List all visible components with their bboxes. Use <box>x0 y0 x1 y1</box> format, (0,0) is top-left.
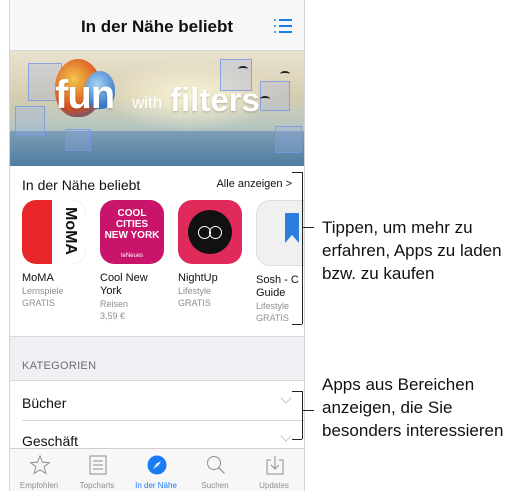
app-category: Lifestyle <box>178 286 212 296</box>
callout-bracket <box>292 439 302 440</box>
tab-in-der-naehe[interactable]: In der Nähe <box>127 449 185 491</box>
callout-text-categories: Apps aus Bereichen anzeigen, die Sie bes… <box>322 375 504 440</box>
app-tile-sosh[interactable]: Sosh - C Guide Lifestyle GRATIS <box>256 200 304 324</box>
section-title: In der Nähe beliebt <box>22 177 141 193</box>
app-tile-nightup[interactable]: NightUp Lifestyle GRATIS <box>178 200 244 309</box>
cool-cities-app-icon: COOL CITIES NEW YORK teNeues <box>100 200 164 264</box>
banner-headline-fun: fun <box>55 73 115 117</box>
banner-headline-filters: filters <box>170 81 260 118</box>
categories-header: KATEGORIEN <box>22 360 97 372</box>
star-icon <box>30 455 50 475</box>
tab-updates[interactable]: Updates <box>245 449 303 491</box>
app-category: Reisen <box>100 299 129 309</box>
tab-label: In der Nähe <box>135 481 177 490</box>
app-price: 3,59 € <box>100 311 126 321</box>
app-price: GRATIS <box>22 298 55 308</box>
see-all-link[interactable]: Alle anzeigen > <box>216 178 292 190</box>
app-name: NightUp <box>178 272 218 284</box>
app-category: Lifestyle <box>256 301 290 311</box>
tab-label: Empfohlen <box>19 481 59 490</box>
callout-bracket <box>292 391 302 392</box>
banner-headline-with: with <box>132 93 163 112</box>
download-icon <box>266 456 284 475</box>
compass-icon <box>147 455 167 475</box>
app-price: GRATIS <box>178 298 211 308</box>
app-category: Lernspiele <box>22 286 64 296</box>
category-label: Geschäft <box>22 433 79 449</box>
callout-pointer <box>302 227 314 228</box>
list-icon <box>89 455 107 475</box>
callout-bracket <box>302 172 303 324</box>
list-view-icon[interactable] <box>274 19 292 33</box>
callout-bracket <box>302 391 303 439</box>
tab-suchen[interactable]: Suchen <box>186 449 244 491</box>
app-store-screen: In der Nähe beliebt fun with filters In … <box>9 0 305 491</box>
navigation-bar: In der Nähe beliebt <box>10 0 304 51</box>
chevron-down-icon <box>280 392 292 404</box>
sosh-app-icon <box>256 200 304 266</box>
chevron-down-icon <box>280 430 292 442</box>
nightup-app-icon <box>178 200 242 264</box>
featured-banner[interactable]: fun with filters <box>10 51 304 166</box>
tab-label: Topcharts <box>79 481 115 490</box>
app-tile-moma[interactable]: MoMA MoMA Lernspiele GRATIS <box>22 200 88 309</box>
tab-label: Suchen <box>201 481 229 490</box>
callout-bracket <box>292 172 302 173</box>
callout-bracket <box>292 324 302 325</box>
app-price: GRATIS <box>256 313 289 323</box>
app-name: Cool New York <box>100 272 148 297</box>
moma-app-icon: MoMA <box>22 200 86 264</box>
callout-text-app-list: Tippen, um mehr zu erfahren, Apps zu lad… <box>322 218 502 283</box>
tab-empfohlen[interactable]: Empfohlen <box>10 449 68 491</box>
tab-bar: Empfohlen Topcharts In der Nähe Suchen U… <box>10 448 304 491</box>
category-label: Bücher <box>22 395 67 411</box>
search-icon <box>207 456 225 474</box>
app-name: MoMA <box>22 272 54 284</box>
callout-pointer <box>302 410 314 411</box>
app-name: Sosh - C Guide <box>256 274 299 299</box>
category-row-buecher[interactable]: Bücher <box>10 382 304 420</box>
page-title: In der Nähe beliebt <box>80 17 234 36</box>
tab-topcharts[interactable]: Topcharts <box>68 449 126 491</box>
categories-section-header <box>10 336 304 380</box>
tab-label: Updates <box>259 481 289 490</box>
app-tile-cool-new-york[interactable]: COOL CITIES NEW YORK teNeues Cool New Yo… <box>100 200 166 322</box>
